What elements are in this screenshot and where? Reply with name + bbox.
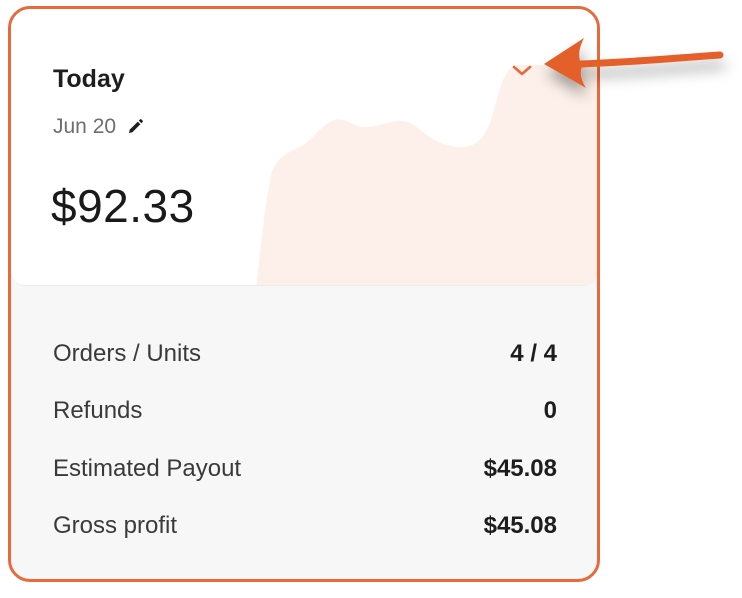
total-amount: $92.33 — [51, 180, 195, 232]
stat-value: 0 — [543, 397, 557, 425]
sales-sparkline — [256, 65, 597, 285]
date-row: Jun 20 — [53, 115, 144, 139]
stat-label: Estimated Payout — [53, 454, 242, 482]
stat-value: $45.08 — [483, 454, 557, 482]
stat-label: Orders / Units — [53, 339, 202, 367]
card-title: Today — [53, 65, 125, 93]
screenshot-stage: Today Jun 20 $92.33 Orders / Units 4 / 4… — [0, 0, 742, 598]
stat-value: 4 / 4 — [510, 339, 557, 367]
pencil-icon[interactable] — [126, 118, 144, 136]
stat-label: Refunds — [53, 397, 143, 425]
stat-row-refunds: Refunds 0 — [53, 383, 557, 441]
stat-label: Gross profit — [53, 512, 178, 540]
stat-row-gross-profit: Gross profit $45.08 — [53, 498, 557, 556]
stat-row-estimated-payout: Estimated Payout $45.08 — [53, 440, 557, 498]
stats-list: Orders / Units 4 / 4 Refunds 0 Estimated… — [53, 325, 557, 555]
chevron-down-icon[interactable] — [508, 57, 536, 85]
pointer-arrow-annotation — [544, 38, 724, 88]
stat-value: $45.08 — [483, 512, 557, 540]
date-label: Jun 20 — [53, 115, 117, 138]
today-summary-card[interactable]: Today Jun 20 $92.33 Orders / Units 4 / 4… — [8, 6, 600, 582]
stat-row-orders-units: Orders / Units 4 / 4 — [53, 325, 557, 383]
card-header-section: Today Jun 20 $92.33 — [11, 9, 597, 286]
